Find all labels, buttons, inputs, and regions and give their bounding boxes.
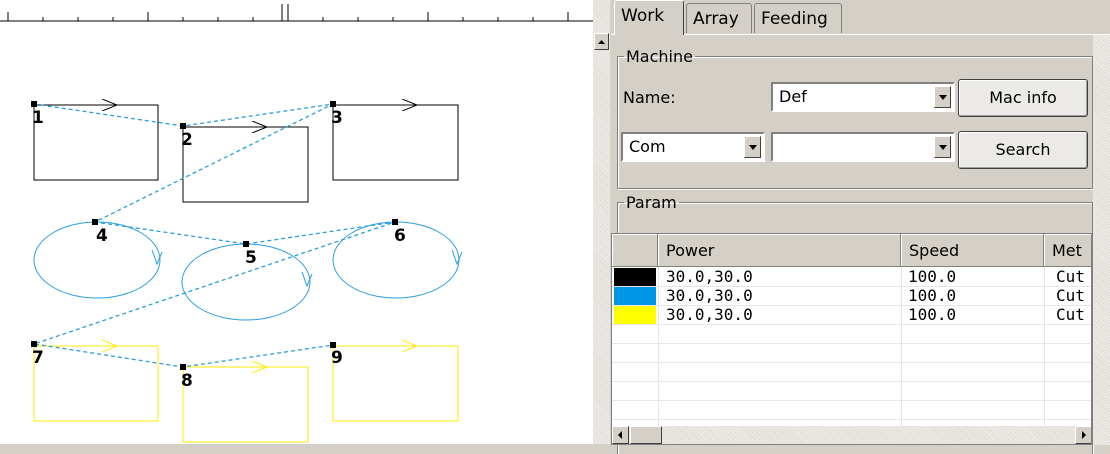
order-label-6: 6 xyxy=(394,226,406,246)
tab-work[interactable]: Work xyxy=(614,0,684,35)
mac-info-button[interactable]: Mac info xyxy=(958,79,1088,117)
chevron-down-icon[interactable] xyxy=(934,136,951,158)
tab-array-label: Array xyxy=(693,9,739,29)
machine-name-value: Def xyxy=(779,87,807,106)
order-label-5: 5 xyxy=(245,248,257,268)
horizontal-scrollbar[interactable] xyxy=(612,426,1091,444)
param-table[interactable]: Power Speed Met 30.0,30.0 100.0 Cut 30.0… xyxy=(611,233,1092,445)
power-cell: 30.0,30.0 xyxy=(666,286,753,305)
layer-color-swatch[interactable] xyxy=(614,306,656,324)
header-color xyxy=(612,234,658,267)
name-label: Name: xyxy=(623,88,676,107)
header-power[interactable]: Power xyxy=(658,234,901,267)
port-value: Com xyxy=(629,137,666,156)
machine-name-select[interactable]: Def xyxy=(771,82,955,112)
scroll-thumb[interactable] xyxy=(630,426,662,444)
chevron-down-icon[interactable] xyxy=(744,136,761,158)
tab-array[interactable]: Array xyxy=(686,3,752,33)
tab-work-label: Work xyxy=(621,6,665,26)
method-cell: Cut xyxy=(1056,267,1085,286)
mac-info-label: Mac info xyxy=(989,88,1057,107)
scroll-right-button[interactable] xyxy=(1075,426,1091,444)
layer-color-swatch[interactable] xyxy=(614,268,656,286)
right-arrow-icon xyxy=(1082,431,1086,439)
order-label-4: 4 xyxy=(96,226,108,246)
order-label-7: 7 xyxy=(32,348,44,368)
search-button[interactable]: Search xyxy=(958,131,1088,169)
left-arrow-icon xyxy=(618,431,622,439)
header-method[interactable]: Met xyxy=(1044,234,1091,267)
machine-group-label: Machine xyxy=(626,47,693,66)
header-speed[interactable]: Speed xyxy=(901,234,1044,267)
power-cell: 30.0,30.0 xyxy=(666,305,753,324)
order-label-1: 1 xyxy=(32,108,44,128)
order-label-9: 9 xyxy=(331,348,343,368)
port-detail-select[interactable] xyxy=(771,132,955,162)
tab-feeding-label: Feeding xyxy=(761,9,828,29)
order-label-3: 3 xyxy=(331,108,343,128)
method-cell: Cut xyxy=(1056,286,1085,305)
header-power-label: Power xyxy=(666,241,715,260)
header-method-label: Met xyxy=(1052,241,1082,260)
method-cell: Cut xyxy=(1056,305,1085,324)
speed-cell: 100.0 xyxy=(908,305,957,324)
order-label-8: 8 xyxy=(181,371,193,391)
scroll-up-button[interactable] xyxy=(594,33,609,50)
scroll-left-button[interactable] xyxy=(612,426,629,444)
speed-cell: 100.0 xyxy=(908,267,957,286)
panel-edge-strip xyxy=(1093,35,1110,445)
speed-cell: 100.0 xyxy=(908,286,957,305)
vertical-scrollbar[interactable] xyxy=(593,0,610,444)
up-arrow-icon xyxy=(598,40,605,44)
chevron-down-icon[interactable] xyxy=(934,86,951,108)
tab-feeding[interactable]: Feeding xyxy=(754,3,842,33)
work-tab-content: Machine Name: Def Mac info Com Search Pa… xyxy=(611,34,1110,454)
order-label-2: 2 xyxy=(181,130,193,150)
power-cell: 30.0,30.0 xyxy=(666,267,753,286)
header-speed-label: Speed xyxy=(909,241,960,260)
right-panel: Work Array Feeding Machine Name: Def Mac… xyxy=(611,0,1110,454)
search-label: Search xyxy=(995,140,1051,159)
param-group-label: Param xyxy=(626,193,677,212)
drawing-canvas[interactable]: 1 2 3 4 5 6 7 8 9 xyxy=(0,0,593,444)
port-select[interactable]: Com xyxy=(621,132,765,162)
layer-color-swatch[interactable] xyxy=(614,287,656,305)
